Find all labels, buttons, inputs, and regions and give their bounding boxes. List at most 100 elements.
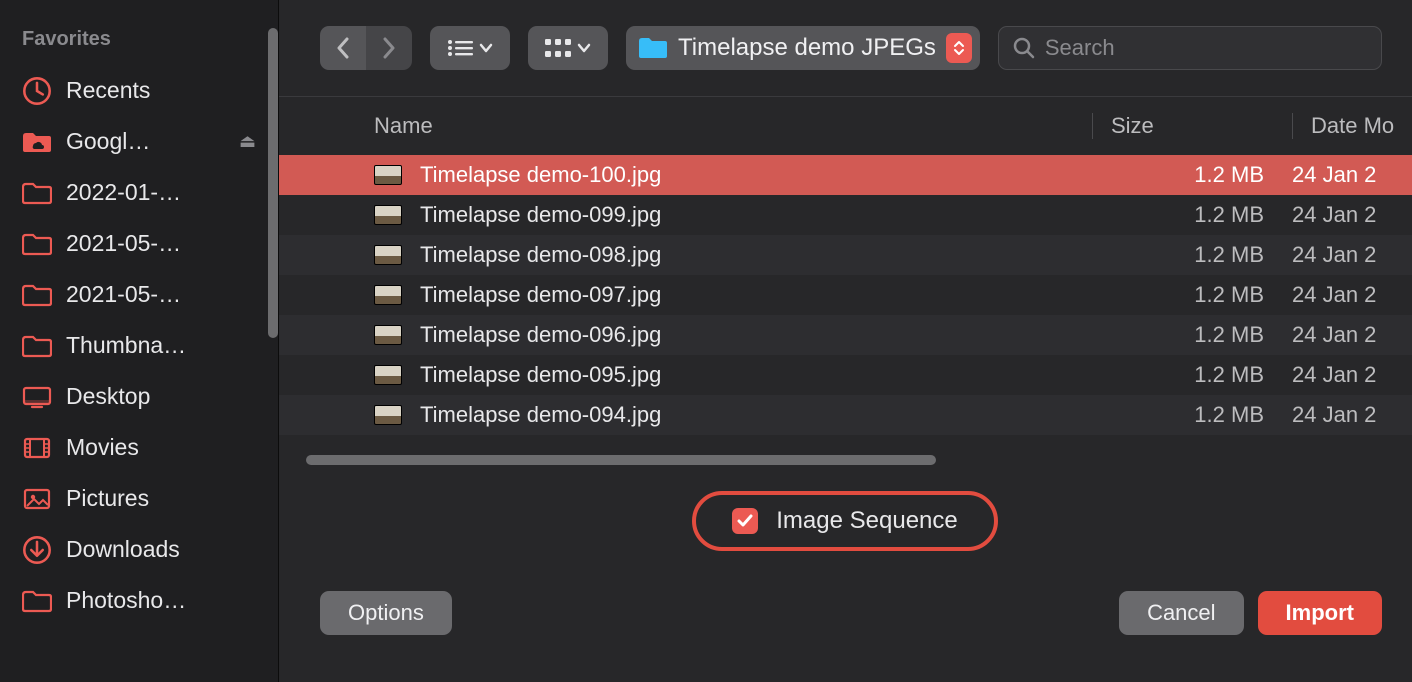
sidebar-item-label: Googl… <box>66 128 225 155</box>
sidebar-scrollbar[interactable] <box>268 28 278 338</box>
file-name: Timelapse demo-094.jpg <box>410 402 1092 428</box>
chevron-left-icon <box>336 37 350 59</box>
sidebar: Favorites Recents Googl… ⏏ 2022-01-… 2021-05… <box>0 0 278 682</box>
view-mode-button[interactable] <box>430 26 510 70</box>
import-label: Import <box>1286 600 1354 626</box>
cancel-button[interactable]: Cancel <box>1119 591 1243 635</box>
sidebar-item-label: Recents <box>66 77 256 104</box>
file-name: Timelapse demo-098.jpg <box>410 242 1092 268</box>
file-row[interactable]: Timelapse demo-094.jpg1.2 MB24 Jan 2 <box>278 395 1412 435</box>
film-icon <box>22 435 52 461</box>
sidebar-item[interactable]: Recents <box>0 65 278 116</box>
file-row[interactable]: Timelapse demo-099.jpg1.2 MB24 Jan 2 <box>278 195 1412 235</box>
sidebar-item-label: 2021-05-… <box>66 281 256 308</box>
import-button[interactable]: Import <box>1258 591 1382 635</box>
sidebar-item[interactable]: 2021-05-… <box>0 269 278 320</box>
vertical-divider <box>278 0 279 682</box>
sidebar-item-label: Photosho… <box>66 587 256 614</box>
sidebar-item[interactable]: 2022-01-… <box>0 167 278 218</box>
file-row[interactable]: Timelapse demo-100.jpg1.2 MB24 Jan 2 <box>278 155 1412 195</box>
file-row[interactable]: Timelapse demo-096.jpg1.2 MB24 Jan 2 <box>278 315 1412 355</box>
horizontal-scrollbar-track[interactable] <box>306 455 1384 465</box>
folder-icon <box>22 282 52 308</box>
options-button[interactable]: Options <box>320 591 452 635</box>
main-panel: Timelapse demo JPEGs Search Name Size Da… <box>278 0 1412 682</box>
image-sequence-highlight: Image Sequence <box>692 491 997 551</box>
sidebar-item[interactable]: Pictures <box>0 473 278 524</box>
file-date: 24 Jan 2 <box>1292 282 1412 308</box>
image-thumbnail-icon <box>374 245 402 265</box>
folder-icon <box>22 333 52 359</box>
image-sequence-checkbox[interactable] <box>732 508 758 534</box>
file-name: Timelapse demo-100.jpg <box>410 162 1092 188</box>
column-headers: Name Size Date Mo <box>278 96 1412 155</box>
group-mode-button[interactable] <box>528 26 608 70</box>
sidebar-item-label: Pictures <box>66 485 256 512</box>
sidebar-item[interactable]: Downloads <box>0 524 278 575</box>
search-input[interactable]: Search <box>998 26 1382 70</box>
toolbar: Timelapse demo JPEGs Search <box>278 0 1412 96</box>
sidebar-item-label: 2021-05-… <box>66 230 256 257</box>
file-date: 24 Jan 2 <box>1292 322 1412 348</box>
image-sequence-row: Image Sequence <box>278 465 1412 561</box>
sidebar-item[interactable]: Googl… ⏏ <box>0 116 278 167</box>
horizontal-scrollbar-thumb[interactable] <box>306 455 936 465</box>
chevron-right-icon <box>382 37 396 59</box>
eject-icon[interactable]: ⏏ <box>239 131 256 152</box>
image-thumbnail-icon <box>374 205 402 225</box>
sidebar-item[interactable]: Desktop <box>0 371 278 422</box>
file-size: 1.2 MB <box>1092 242 1292 268</box>
download-icon <box>22 537 52 563</box>
desktop-icon <box>22 384 52 410</box>
sidebar-item[interactable]: Movies <box>0 422 278 473</box>
file-row[interactable]: Timelapse demo-098.jpg1.2 MB24 Jan 2 <box>278 235 1412 275</box>
column-header-name[interactable]: Name <box>374 113 1092 139</box>
sidebar-item[interactable]: 2021-05-… <box>0 218 278 269</box>
file-row[interactable]: Timelapse demo-097.jpg1.2 MB24 Jan 2 <box>278 275 1412 315</box>
file-size: 1.2 MB <box>1092 282 1292 308</box>
forward-button[interactable] <box>366 26 412 70</box>
image-thumbnail-icon <box>374 285 402 305</box>
file-name: Timelapse demo-096.jpg <box>410 322 1092 348</box>
file-size: 1.2 MB <box>1092 202 1292 228</box>
search-icon <box>1013 37 1035 59</box>
file-list: Timelapse demo-100.jpg1.2 MB24 Jan 2Time… <box>278 155 1412 435</box>
chevron-down-icon <box>953 48 965 56</box>
folder-icon <box>638 37 668 59</box>
clock-icon <box>22 78 52 104</box>
sidebar-item-label: Movies <box>66 434 256 461</box>
file-date: 24 Jan 2 <box>1292 202 1412 228</box>
grid-group-icon <box>545 39 571 57</box>
file-name: Timelapse demo-097.jpg <box>410 282 1092 308</box>
image-thumbnail-icon <box>374 325 402 345</box>
file-name: Timelapse demo-099.jpg <box>410 202 1092 228</box>
file-date: 24 Jan 2 <box>1292 402 1412 428</box>
check-icon <box>737 514 753 528</box>
chevron-down-icon <box>479 43 493 53</box>
file-date: 24 Jan 2 <box>1292 242 1412 268</box>
file-date: 24 Jan 2 <box>1292 362 1412 388</box>
folder-icon <box>22 231 52 257</box>
file-date: 24 Jan 2 <box>1292 162 1412 188</box>
sidebar-item-label: Downloads <box>66 536 256 563</box>
path-popup[interactable]: Timelapse demo JPEGs <box>626 26 980 70</box>
folder-icon <box>22 180 52 206</box>
file-size: 1.2 MB <box>1092 402 1292 428</box>
file-name: Timelapse demo-095.jpg <box>410 362 1092 388</box>
back-button[interactable] <box>320 26 366 70</box>
sidebar-item[interactable]: Thumbna… <box>0 320 278 371</box>
column-header-date[interactable]: Date Mo <box>1292 113 1412 139</box>
file-size: 1.2 MB <box>1092 162 1292 188</box>
sidebar-heading-favorites: Favorites <box>0 22 278 65</box>
footer: Options Cancel Import <box>278 561 1412 657</box>
sidebar-item-label: Thumbna… <box>66 332 256 359</box>
list-icon <box>447 39 473 57</box>
sidebar-item[interactable]: Photosho… <box>0 575 278 626</box>
path-stepper[interactable] <box>946 33 972 63</box>
file-size: 1.2 MB <box>1092 322 1292 348</box>
image-thumbnail-icon <box>374 165 402 185</box>
file-row[interactable]: Timelapse demo-095.jpg1.2 MB24 Jan 2 <box>278 355 1412 395</box>
file-size: 1.2 MB <box>1092 362 1292 388</box>
column-header-size[interactable]: Size <box>1092 113 1292 139</box>
options-label: Options <box>348 600 424 626</box>
